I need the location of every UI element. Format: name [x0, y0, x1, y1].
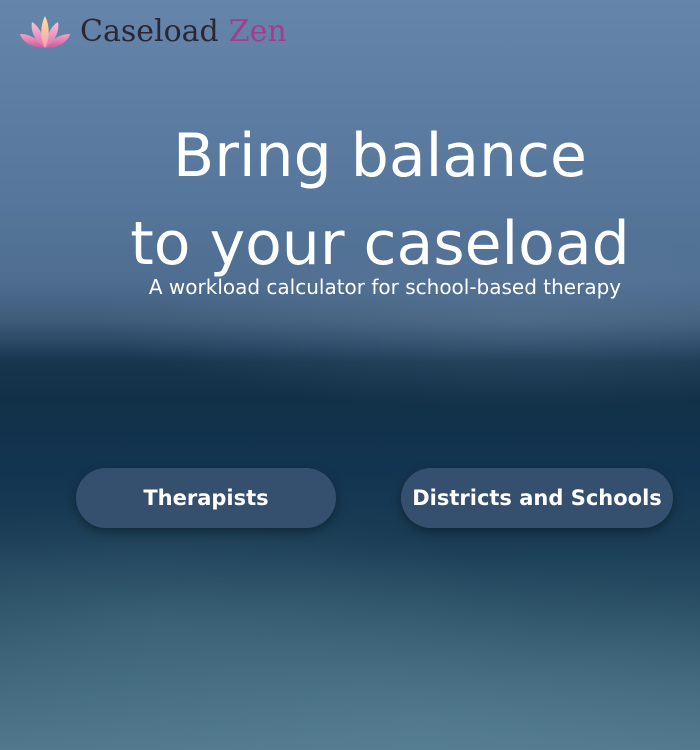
lotus-icon: [20, 16, 70, 48]
hero-headline: Bring balance to your caseload: [0, 112, 700, 288]
brand-logo[interactable]: Caseload Zen: [18, 12, 287, 52]
hero-background: Caseload Zen Bring balance to your casel…: [0, 0, 700, 750]
hero-subhead: A workload calculator for school-based t…: [148, 275, 622, 299]
therapists-button[interactable]: Therapists: [76, 468, 336, 528]
headline-line-1: Bring balance: [173, 121, 587, 191]
districts-and-schools-button[interactable]: Districts and Schools: [401, 468, 673, 528]
brand-name: Caseload: [80, 14, 219, 49]
brand-accent: Zen: [228, 14, 287, 49]
